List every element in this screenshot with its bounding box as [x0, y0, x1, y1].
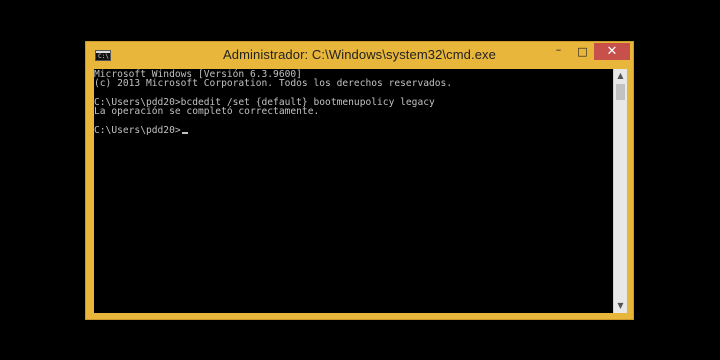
- console-output[interactable]: Microsoft Windows [Versión 6.3.9600] (c) …: [94, 69, 613, 313]
- vertical-scrollbar[interactable]: ▲ ▼: [613, 69, 627, 313]
- close-button[interactable]: ✕: [594, 43, 630, 60]
- console-text: Microsoft Windows [Versión 6.3.9600] (c) …: [94, 69, 613, 136]
- prompt-text: C:\Users\pdd20>: [94, 124, 181, 136]
- cmd-window: C:\ Administrador: C:\Windows\system32\c…: [85, 41, 634, 320]
- console-line: La operación se completó correctamente.: [94, 106, 320, 118]
- scroll-down-icon[interactable]: ▼: [614, 299, 627, 313]
- prompt-line[interactable]: C:\Users\pdd20>: [94, 124, 613, 136]
- scroll-up-icon[interactable]: ▲: [614, 69, 627, 83]
- scroll-thumb[interactable]: [616, 84, 625, 100]
- minimize-button[interactable]: –: [547, 43, 570, 60]
- text-cursor: [181, 131, 188, 134]
- title-bar[interactable]: C:\ Administrador: C:\Windows\system32\c…: [86, 42, 633, 68]
- console-line: (c) 2013 Microsoft Corporation. Todos lo…: [94, 78, 453, 90]
- maximize-button[interactable]: □: [571, 43, 594, 60]
